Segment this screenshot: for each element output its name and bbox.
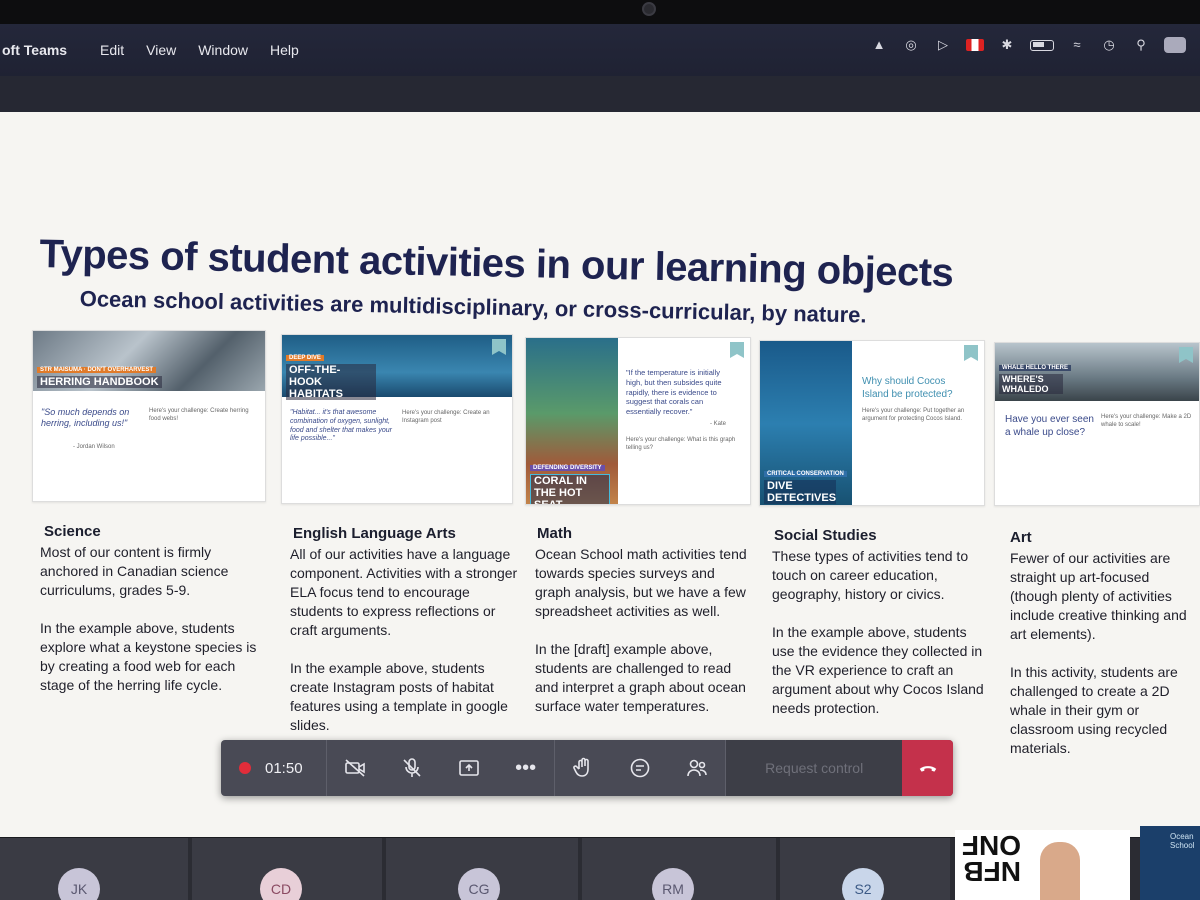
control-center-icon[interactable] <box>1164 37 1186 53</box>
thumbnail-challenge: Here's your challenge: Create herring fo… <box>149 408 249 423</box>
search-icon[interactable]: ⚲ <box>1132 36 1150 54</box>
ocean-school-logo: Ocean School <box>1170 832 1195 850</box>
thumbnail-tag: STR MAISUMA · DON'T OVERHARVEST <box>37 367 157 373</box>
canada-flag-icon[interactable] <box>966 39 984 51</box>
participant-tile[interactable]: CG <box>386 838 580 900</box>
thumbnail-headline: CORAL IN THE HOT SEAT <box>530 474 610 504</box>
menu-help[interactable]: Help <box>270 42 299 58</box>
participant-tile[interactable]: RM <box>582 838 778 900</box>
thumbnail-quote: "Habitat... it's that awesome combinatio… <box>290 409 392 443</box>
avatar: S2 <box>842 868 884 900</box>
status-icons: ▲ ◎ ▷ ✱ ≈ ◷ ⚲ <box>870 36 1186 54</box>
raise-hand-button[interactable] <box>555 740 612 796</box>
bookmark-icon <box>730 342 744 358</box>
avatar: JK <box>58 868 100 900</box>
more-icon: ••• <box>515 756 537 779</box>
menu-edit[interactable]: Edit <box>100 42 124 58</box>
column-body-ela: All of our activities have a language co… <box>290 546 518 733</box>
participant-tile[interactable]: S2 <box>780 838 952 900</box>
thumbnail-challenge: Here's your challenge: Make a 2D whale t… <box>1101 414 1192 429</box>
recording-indicator: 01:50 <box>221 740 328 796</box>
thumbnail-quote: "If the temperature is initially high, b… <box>626 368 722 416</box>
chat-button[interactable] <box>612 740 669 796</box>
thumbnail-headline: HERRING HANDBOOK <box>37 376 162 388</box>
menu-window[interactable]: Window <box>198 42 248 58</box>
participant-tile[interactable]: JK <box>0 838 190 900</box>
thumbnail-headline: OFF-THE-HOOK HABITATS <box>286 364 376 400</box>
people-icon <box>686 759 707 777</box>
thumbnail-quote: Why should Cocos Island be protected? <box>862 376 953 400</box>
meeting-timer: 01:50 <box>265 759 303 777</box>
hang-up-button[interactable] <box>902 740 953 796</box>
column-body-social-studies: These types of activities tend to touch … <box>772 548 984 716</box>
wifi-icon[interactable]: ≈ <box>1068 36 1086 54</box>
bluetooth-icon[interactable]: ✱ <box>998 36 1016 54</box>
request-control-button[interactable]: Request control <box>726 740 903 796</box>
notification-icon[interactable]: ▲ <box>870 36 888 54</box>
thumbnail-tag: DEEP DIVE <box>286 355 324 361</box>
battery-icon[interactable] <box>1030 39 1054 51</box>
bookmark-icon <box>964 345 978 361</box>
airdrop-icon[interactable]: ◎ <box>902 36 920 54</box>
column-title-math: Math <box>537 525 572 542</box>
avatar: CG <box>458 868 500 900</box>
thumbnail-challenge: Here's your challenge: Put together an a… <box>862 408 965 423</box>
menu-view[interactable]: View <box>146 42 176 58</box>
thumbnail-author: - Jordan Wilson <box>73 444 115 450</box>
slide-subtitle: Ocean school activities are multidiscipl… <box>79 286 867 328</box>
play-icon[interactable]: ▷ <box>934 36 952 54</box>
mic-off-icon <box>403 758 421 777</box>
more-options-button[interactable]: ••• <box>497 740 554 796</box>
thumbnail-challenge: Here's your challenge: Create an Instagr… <box>402 410 490 425</box>
mac-menu-bar: oft Teams Edit View Window Help ▲ ◎ ▷ ✱ … <box>0 24 1200 76</box>
meeting-control-bar: 01:50 ••• Request control <box>221 740 953 796</box>
thumbnail-herring: STR MAISUMA · DON'T OVERHARVEST HERRING … <box>32 330 266 502</box>
thumbnail-whale: WHALE HELLO THERE WHERE'S WHALEDO Have y… <box>994 342 1200 506</box>
camera-off-icon <box>345 759 366 777</box>
thumbnail-quote: "So much depends on herring, including u… <box>41 407 130 429</box>
column-title-art: Art <box>1010 529 1032 546</box>
thumbnail-tag: CRITICAL CONSERVATION <box>764 471 847 477</box>
column-body-science: Most of our content is firmly anchored i… <box>40 544 257 693</box>
participant-video <box>1040 842 1080 900</box>
app-menu[interactable]: oft Teams <box>0 42 78 58</box>
chat-icon <box>630 758 650 778</box>
avatar: CD <box>260 868 302 900</box>
participants-button[interactable] <box>668 740 725 796</box>
shared-slide: Types of student activities in our learn… <box>0 112 1200 837</box>
thumbnail-challenge: Here's your challenge: What is this grap… <box>626 437 736 452</box>
slide-title: Types of student activities in our learn… <box>39 232 954 296</box>
record-icon <box>239 762 251 774</box>
camera-off-button[interactable] <box>327 740 384 796</box>
nfb-logo: NFB ONF <box>961 830 1021 887</box>
thumbnail-headline: WHERE'S WHALEDO <box>999 374 1063 394</box>
thumbnail-coral: DEFENDING DIVERSITY CORAL IN THE HOT SEA… <box>525 337 751 505</box>
column-body-art: Fewer of our activities are straight up … <box>1010 550 1187 756</box>
share-screen-button[interactable] <box>441 740 498 796</box>
column-title-science: Science <box>44 523 101 540</box>
thumbnail-author: - Kate <box>710 421 727 427</box>
avatar: RM <box>652 868 694 900</box>
thumbnail-tag: DEFENDING DIVERSITY <box>530 465 605 471</box>
column-body-math: Ocean School math activities tend toward… <box>535 546 747 714</box>
thumbnail-tag: WHALE HELLO THERE <box>999 365 1071 371</box>
mute-button[interactable] <box>384 740 441 796</box>
webcam <box>642 2 656 16</box>
thumbnail-habitats: DEEP DIVE OFF-THE-HOOK HABITATS "Habitat… <box>281 334 513 504</box>
hand-icon <box>573 757 590 777</box>
phone-hangup-icon <box>919 766 936 772</box>
thumbnail-dive: CRITICAL CONSERVATION DIVE DETECTIVES Wh… <box>759 340 985 506</box>
meeting-header <box>0 76 1200 116</box>
thumbnail-headline: DIVE DETECTIVES <box>764 480 836 504</box>
video-tile-ocean-school[interactable]: Ocean School <box>1140 826 1200 900</box>
column-title-social-studies: Social Studies <box>774 527 877 544</box>
thumbnail-quote: Have you ever seen a whale up close? <box>1005 414 1094 438</box>
clock-icon[interactable]: ◷ <box>1100 36 1118 54</box>
participant-tile[interactable]: CD <box>192 838 384 900</box>
share-icon <box>459 760 479 776</box>
column-title-ela: English Language Arts <box>293 525 456 542</box>
